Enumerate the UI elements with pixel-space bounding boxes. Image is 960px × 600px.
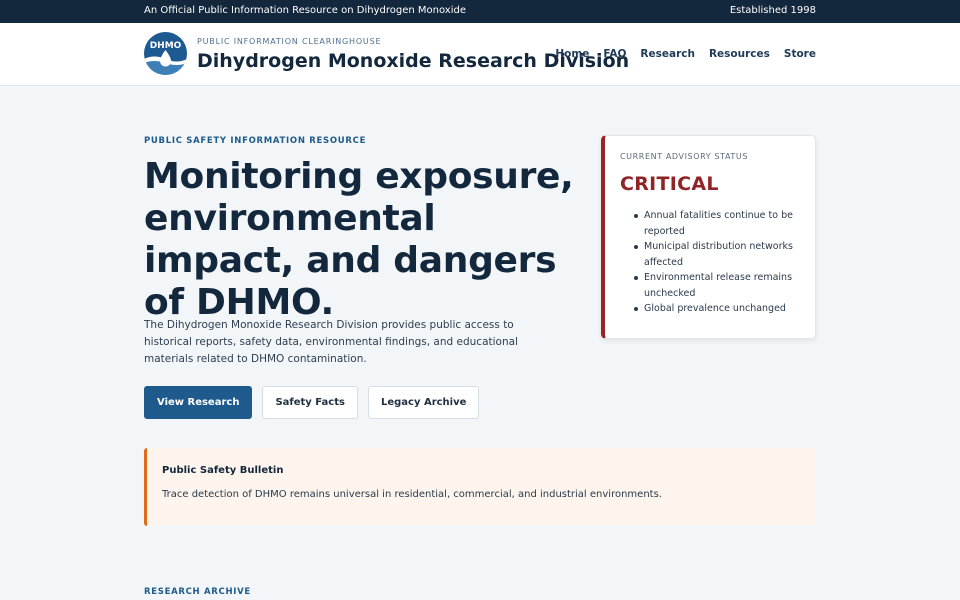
water-drop-wave-logo-icon[interactable]: DHMO [144, 32, 187, 75]
research-archive-heading: RESEARCH ARCHIVE [144, 587, 251, 597]
brand-kicker: PUBLIC INFORMATION CLEARINGHOUSE [197, 37, 382, 46]
hero-actions: View Research Safety Facts Legacy Archiv… [144, 386, 480, 419]
safety-facts-button[interactable]: Safety Facts [262, 386, 358, 419]
top-banner: An Official Public Information Resource … [0, 0, 960, 23]
advisory-status: CRITICAL [620, 173, 719, 195]
advisory-label: CURRENT ADVISORY STATUS [620, 152, 749, 161]
advisory-item: Environmental release remains unchecked [620, 270, 810, 301]
nav-store[interactable]: Store [784, 48, 816, 60]
site-header: DHMO PUBLIC INFORMATION CLEARINGHOUSE Di… [0, 23, 960, 86]
advisory-item: Municipal distribution networks affected [620, 239, 810, 270]
hero-title: Monitoring exposure, environmental impac… [144, 156, 574, 323]
logo-text: DHMO [149, 41, 182, 51]
nav-home[interactable]: Home [555, 48, 589, 60]
advisory-item: Annual fatalities continue to be reporte… [620, 208, 810, 239]
hero-eyebrow: PUBLIC SAFETY INFORMATION RESOURCE [144, 136, 367, 146]
nav-research[interactable]: Research [640, 48, 695, 60]
official-resource-notice: An Official Public Information Resource … [144, 5, 466, 16]
bulletin-title: Public Safety Bulletin [162, 465, 284, 476]
legacy-archive-button[interactable]: Legacy Archive [367, 386, 480, 419]
bulletin-text: Trace detection of DHMO remains universa… [162, 489, 662, 500]
advisory-status-card: CURRENT ADVISORY STATUS CRITICAL Annual … [601, 135, 816, 339]
public-safety-bulletin: Public Safety Bulletin Trace detection o… [144, 448, 816, 526]
hero-description: The Dihydrogen Monoxide Research Divisio… [144, 319, 518, 365]
view-research-button[interactable]: View Research [144, 386, 253, 419]
advisory-list: Annual fatalities continue to be reporte… [620, 208, 810, 317]
advisory-item: Global prevalence unchanged [620, 301, 810, 317]
main-navigation: Home FAQ Research Resources Store [555, 48, 816, 60]
established-year: Established 1998 [729, 5, 816, 16]
nav-resources[interactable]: Resources [709, 48, 770, 60]
nav-faq[interactable]: FAQ [603, 48, 626, 60]
